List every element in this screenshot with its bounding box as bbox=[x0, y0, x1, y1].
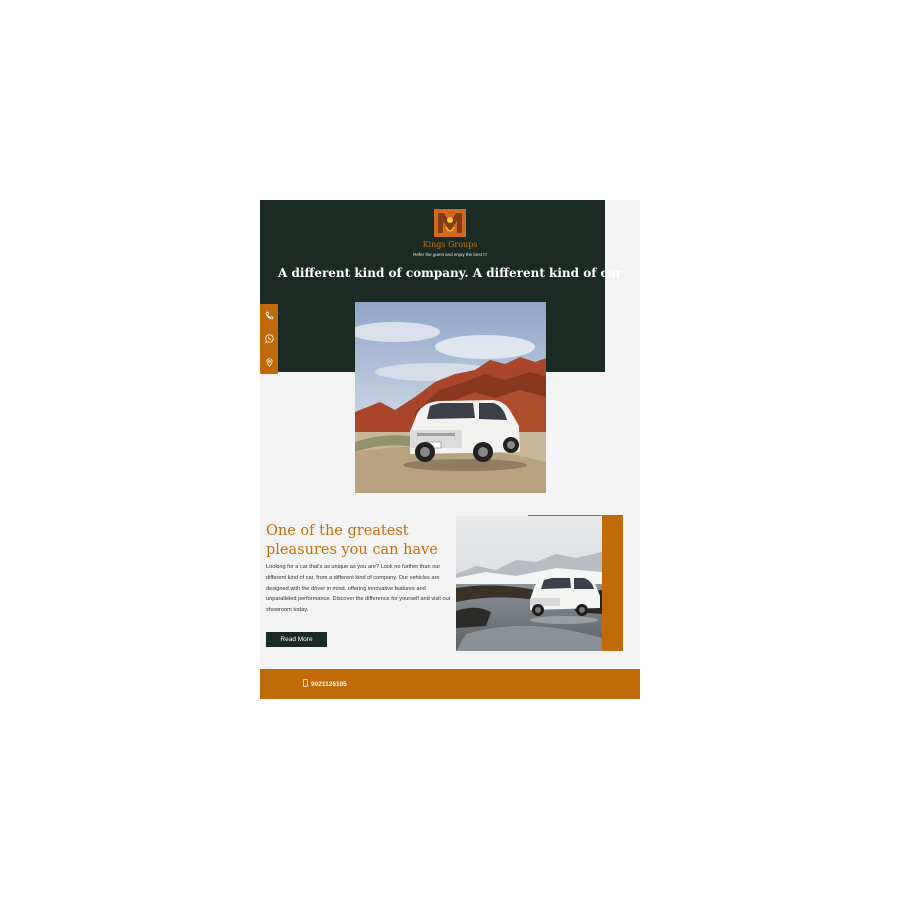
mobile-phone-icon bbox=[303, 679, 308, 689]
feature-title: One of the greatest pleasures you can ha… bbox=[266, 523, 438, 558]
suv-desert-photo bbox=[355, 302, 546, 493]
landing-card: Kings Groups Refer the guest and enjoy t… bbox=[260, 200, 640, 699]
logo-emblem-icon bbox=[434, 209, 466, 237]
hero-headline: A different kind of company. A different… bbox=[278, 266, 622, 280]
location-icon[interactable] bbox=[264, 357, 274, 367]
contact-strip bbox=[260, 304, 278, 374]
read-more-button[interactable]: Read More bbox=[266, 632, 327, 647]
footer-phone-link[interactable]: 9021126105 bbox=[303, 669, 347, 699]
feature-body: Looking for a car that's as unique as yo… bbox=[266, 564, 451, 614]
suv-snow-photo bbox=[456, 516, 602, 651]
brand-name: Kings Groups bbox=[422, 240, 478, 249]
brand-logo[interactable] bbox=[434, 209, 466, 237]
brand-tagline: Refer the guest and enjoy the best !!! bbox=[413, 252, 487, 257]
footer-bar: 9021126105 bbox=[260, 669, 640, 699]
whatsapp-icon[interactable] bbox=[264, 334, 274, 344]
phone-icon[interactable] bbox=[264, 311, 274, 321]
footer-phone-number: 9021126105 bbox=[311, 680, 347, 688]
